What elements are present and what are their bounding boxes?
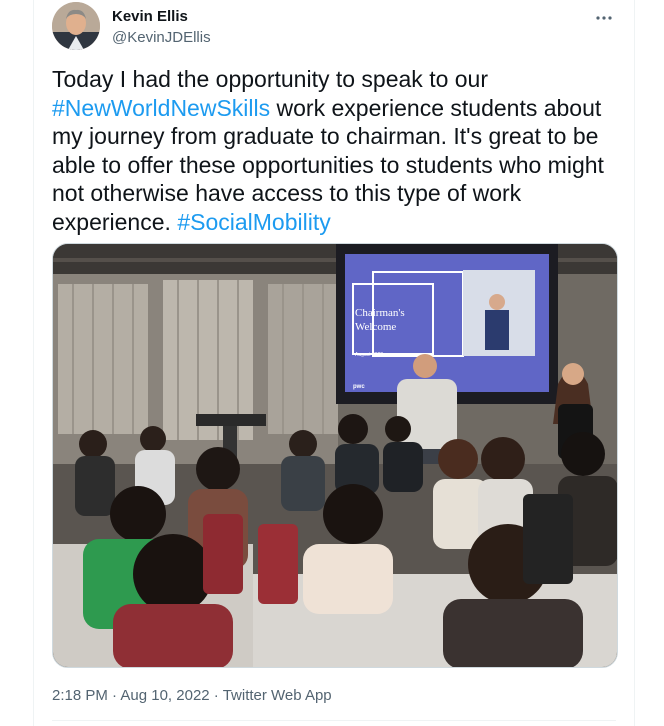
hashtag-link[interactable]: #NewWorldNewSkills [52, 95, 270, 121]
tweet-photo[interactable]: Chairman's Welcome August 2022 pwc [52, 243, 618, 668]
slide-title-line-1: Chairman's [355, 307, 405, 319]
more-horizontal-icon[interactable] [592, 6, 616, 30]
tweet-card: Kevin Ellis @KevinJDEllis Today I had th… [33, 0, 635, 726]
author-handle[interactable]: @KevinJDEllis [112, 29, 211, 46]
meta-separator: · [209, 687, 223, 704]
tweet-text: Today I had the opportunity to speak to … [52, 65, 624, 236]
divider [52, 720, 616, 721]
tweet-text-part: Today I had the opportunity to speak to … [52, 66, 489, 92]
author-name[interactable]: Kevin Ellis [112, 8, 188, 25]
tweet-date-link[interactable]: Aug 10, 2022 [120, 687, 209, 704]
photo-illustration: Chairman's Welcome August 2022 pwc [53, 244, 617, 667]
tweet-header: Kevin Ellis @KevinJDEllis [52, 2, 616, 52]
slide-title-line-2: Welcome [355, 321, 396, 333]
slide-date: August 2022 [355, 352, 383, 358]
tweet-meta: 2:18 PM · Aug 10, 2022 · Twitter Web App [52, 687, 332, 704]
tweet-time-link[interactable]: 2:18 PM [52, 687, 108, 704]
tweet-source-link[interactable]: Twitter Web App [223, 687, 332, 704]
hashtag-link[interactable]: #SocialMobility [177, 209, 330, 235]
avatar[interactable] [52, 2, 100, 50]
slide-logo: pwc [353, 384, 365, 390]
meta-separator: · [107, 687, 121, 704]
